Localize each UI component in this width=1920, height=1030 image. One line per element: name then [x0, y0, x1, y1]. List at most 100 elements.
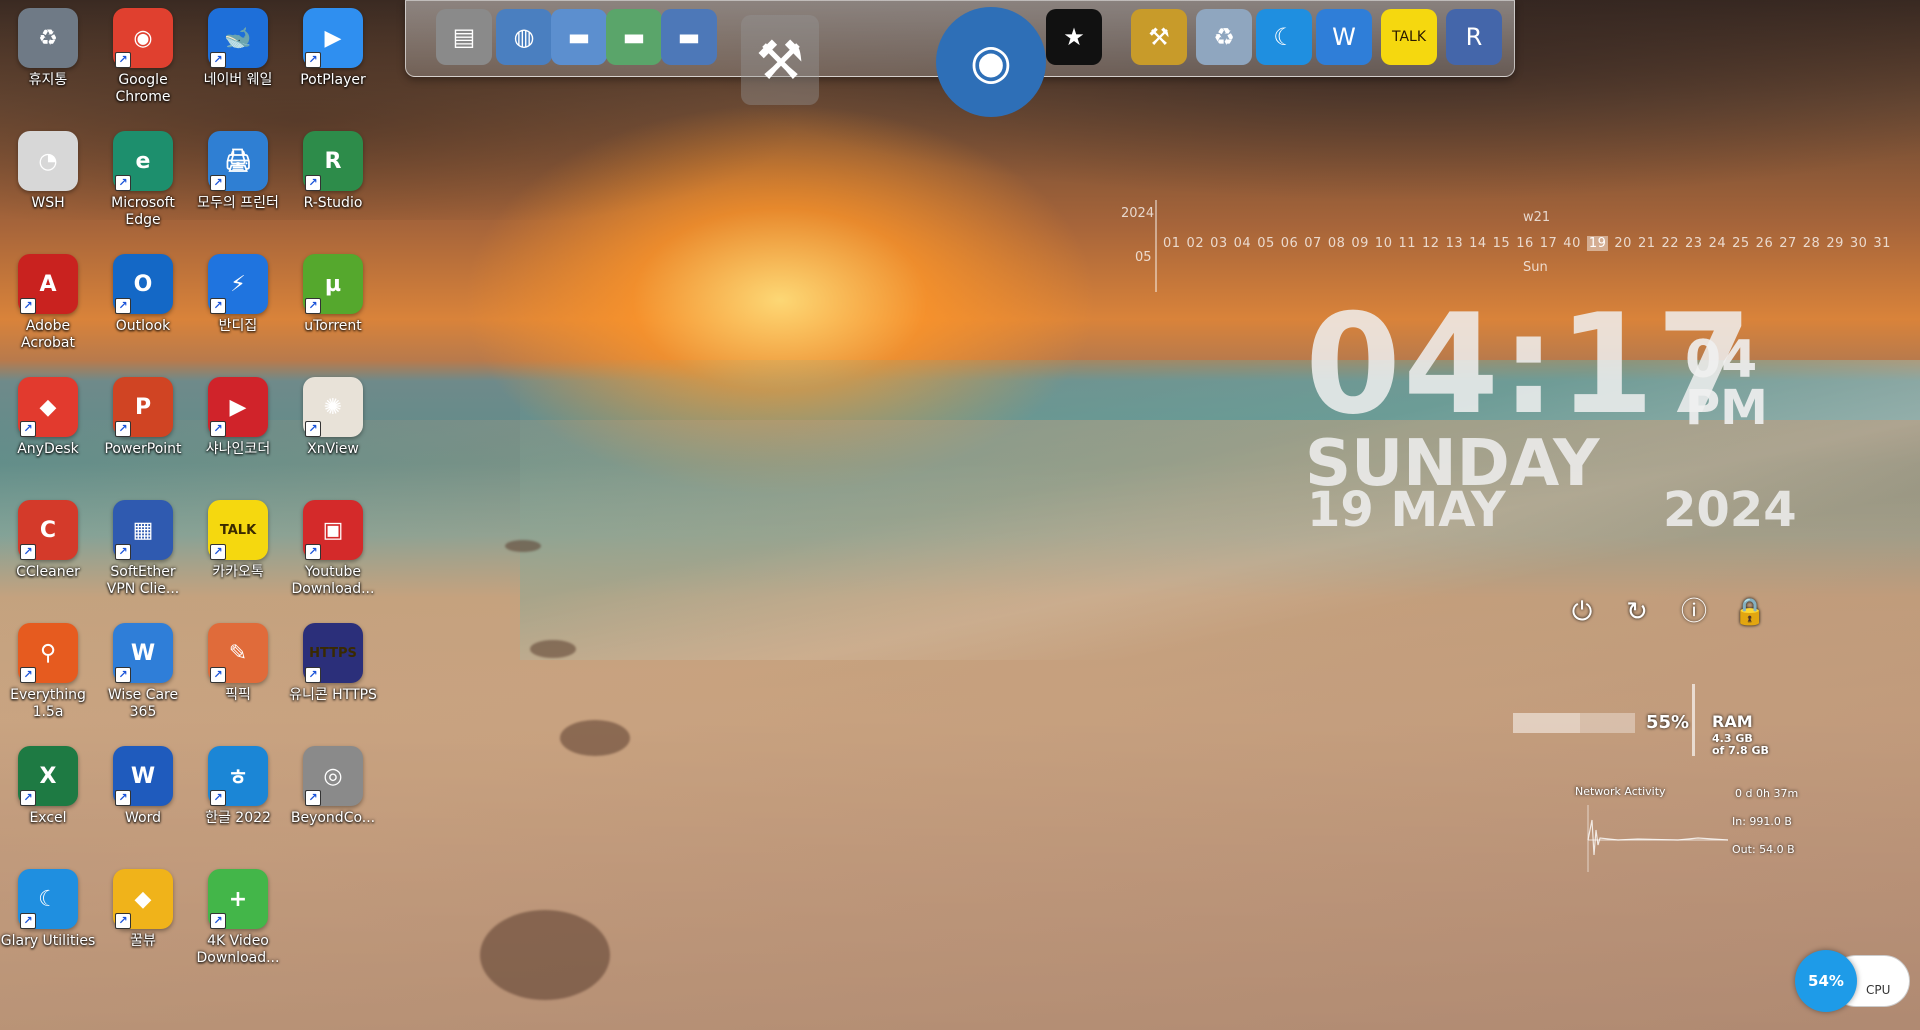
- desktop-icon[interactable]: ㅎ ↗ 한글 2022: [190, 738, 286, 850]
- desktop-icon[interactable]: ⚲ ↗ Everything 1.5a: [0, 615, 96, 727]
- desktop-icon[interactable]: ⚡ ↗ 반디집: [190, 246, 286, 358]
- desktop-icon[interactable]: 🖨 ↗ 모두의 프린터: [190, 123, 286, 235]
- desktop-icon[interactable]: ✎ ↗ 픽픽: [190, 615, 286, 727]
- desktop-icon-label: Glary Utilities: [0, 933, 96, 949]
- desktop-icon[interactable]: ◉ ↗ Google Chrome: [95, 0, 191, 112]
- desktop-icon[interactable]: ▣ ↗ Youtube Download...: [285, 492, 381, 604]
- desktop-icon-label: 샤나인코더: [205, 441, 271, 457]
- desktop-icon[interactable]: e ↗ Microsoft Edge: [95, 123, 191, 235]
- desktop-icon[interactable]: X ↗ Excel: [0, 738, 96, 850]
- dock-item-folder-green[interactable]: ▬: [606, 9, 662, 65]
- dock-item-shirt[interactable]: ★: [1046, 9, 1102, 65]
- desktop-icon[interactable]: ◆ ↗ AnyDesk: [0, 369, 96, 481]
- app-icon: ☾ ↗: [18, 869, 78, 929]
- dock-item-folder-blue[interactable]: ▬: [661, 9, 717, 65]
- desktop-icon-label: CCleaner: [16, 564, 80, 580]
- desktop-icon[interactable]: ◎ ↗ BeyondCo...: [285, 738, 381, 850]
- shortcut-arrow-icon: ↗: [305, 52, 321, 68]
- app-icon: e ↗: [113, 131, 173, 191]
- desktop-icon[interactable]: W ↗ Wise Care 365: [95, 615, 191, 727]
- desktop-icon[interactable]: 🐋 ↗ 네이버 웨일: [190, 0, 286, 112]
- desktop-icon[interactable]: HTTPS ↗ 유니콘 HTTPS: [285, 615, 381, 727]
- calendar-day: 07: [1304, 236, 1322, 251]
- desktop-icon-label: 한글 2022: [205, 810, 271, 826]
- network-title: Network Activity: [1575, 785, 1666, 798]
- dock-item-globe[interactable]: ◍: [496, 9, 552, 65]
- desktop-icon[interactable]: ◆ ↗ 꿀뷰: [95, 861, 191, 973]
- info-button[interactable]: ⓘ: [1677, 595, 1711, 629]
- desktop-icon[interactable]: ✺ ↗ XnView: [285, 369, 381, 481]
- clock-date: 19 MAY: [1307, 482, 1506, 538]
- network-uptime: 0 d 0h 37m: [1735, 787, 1799, 800]
- shortcut-arrow-icon: ↗: [305, 790, 321, 806]
- app-icon: ✎ ↗: [208, 623, 268, 683]
- network-out: Out: 54.0 B: [1732, 843, 1795, 856]
- shortcut-arrow-icon: ↗: [210, 175, 226, 191]
- app-icon: C ↗: [18, 500, 78, 560]
- desktop-icon[interactable]: + ↗ 4K Video Download...: [190, 861, 286, 973]
- desktop-icon-label: PotPlayer: [300, 72, 366, 88]
- ram-divider: [1692, 684, 1695, 756]
- network-in: In: 991.0 B: [1732, 815, 1792, 828]
- calendar-day: 21: [1637, 236, 1656, 251]
- desktop-icon[interactable]: ▶ ↗ 샤나인코더: [190, 369, 286, 481]
- calendar-day: 09: [1351, 236, 1369, 251]
- dock-item-kakao[interactable]: TALK: [1381, 9, 1437, 65]
- app-icon: ▦ ↗: [113, 500, 173, 560]
- desktop-icon-label: XnView: [307, 441, 359, 457]
- desktop-icon[interactable]: A ↗ Adobe Acrobat: [0, 246, 96, 358]
- desktop-icon[interactable]: C ↗ CCleaner: [0, 492, 96, 604]
- calendar-day: 10: [1374, 236, 1393, 251]
- network-graph-line: [1587, 819, 1729, 856]
- shortcut-arrow-icon: ↗: [210, 421, 226, 437]
- cpu-percent: 54%: [1795, 950, 1857, 1012]
- desktop-icon[interactable]: TALK ↗ 카카오톡: [190, 492, 286, 604]
- network-graph: [1587, 805, 1729, 872]
- calendar-day: 13: [1445, 236, 1464, 251]
- shortcut-arrow-icon: ↗: [210, 790, 226, 806]
- dock-item-registry[interactable]: R: [1446, 9, 1502, 65]
- restart-button[interactable]: ↻: [1620, 595, 1654, 629]
- calendar-day: 22: [1661, 236, 1680, 251]
- desktop-icon[interactable]: ▶ ↗ PotPlayer: [285, 0, 381, 112]
- dock-item-document[interactable]: ▤: [436, 9, 492, 65]
- desktop-icon-label: WSH: [31, 195, 65, 211]
- shortcut-arrow-icon: ↗: [20, 667, 36, 683]
- shutdown-button[interactable]: ⏻: [1565, 595, 1599, 629]
- dock-item-hammer[interactable]: ⚒: [1131, 9, 1187, 65]
- shortcut-arrow-icon: ↗: [115, 913, 131, 929]
- info-icon: ⓘ: [1680, 597, 1707, 627]
- desktop-icon[interactable]: ♻ 휴지통: [0, 0, 96, 112]
- app-icon: + ↗: [208, 869, 268, 929]
- desktop-icon-label: R-Studio: [303, 195, 363, 211]
- power-icon: ⏻: [1571, 597, 1593, 627]
- ram-total: of 7.8 GB: [1712, 744, 1769, 757]
- app-icon: ◆ ↗: [18, 377, 78, 437]
- dock-item-earth[interactable]: ◉: [936, 7, 1046, 117]
- desktop-icon-label: AnyDesk: [17, 441, 79, 457]
- desktop-icon-label: PowerPoint: [104, 441, 182, 457]
- desktop-icon[interactable]: P ↗ PowerPoint: [95, 369, 191, 481]
- desktop-icon[interactable]: O ↗ Outlook: [95, 246, 191, 358]
- desktop-icon[interactable]: R ↗ R-Studio: [285, 123, 381, 235]
- dock-bar: ▤ ◍ ▬ ▬ ▬ ⚒ ◉ ★ ⚒ ♻ ☾ W TALK R: [405, 0, 1515, 117]
- dock-item-tools[interactable]: ⚒: [741, 15, 819, 105]
- calendar-day: 28: [1802, 236, 1821, 251]
- desktop-icon[interactable]: ◔ WSH: [0, 123, 96, 235]
- dock-item-recycle[interactable]: ♻: [1196, 9, 1252, 65]
- desktop-icon[interactable]: µ ↗ uTorrent: [285, 246, 381, 358]
- desktop-icon[interactable]: ☾ ↗ Glary Utilities: [0, 861, 96, 973]
- calendar-day: 06: [1280, 236, 1299, 251]
- dock-item-folder[interactable]: ▬: [551, 9, 607, 65]
- desktop-icon-label: 4K Video Download...: [196, 933, 280, 966]
- calendar-day: 26: [1755, 236, 1774, 251]
- calendar-day: 23: [1685, 236, 1703, 251]
- app-icon: ◎ ↗: [303, 746, 363, 806]
- dock-item-wise[interactable]: W: [1316, 9, 1372, 65]
- calendar-day: 12: [1422, 236, 1440, 251]
- lock-button[interactable]: 🔒: [1733, 595, 1767, 629]
- dock-item-glary[interactable]: ☾: [1256, 9, 1312, 65]
- shortcut-arrow-icon: ↗: [115, 790, 131, 806]
- desktop-icon[interactable]: W ↗ Word: [95, 738, 191, 850]
- desktop-icon[interactable]: ▦ ↗ SoftEther VPN Clie...: [95, 492, 191, 604]
